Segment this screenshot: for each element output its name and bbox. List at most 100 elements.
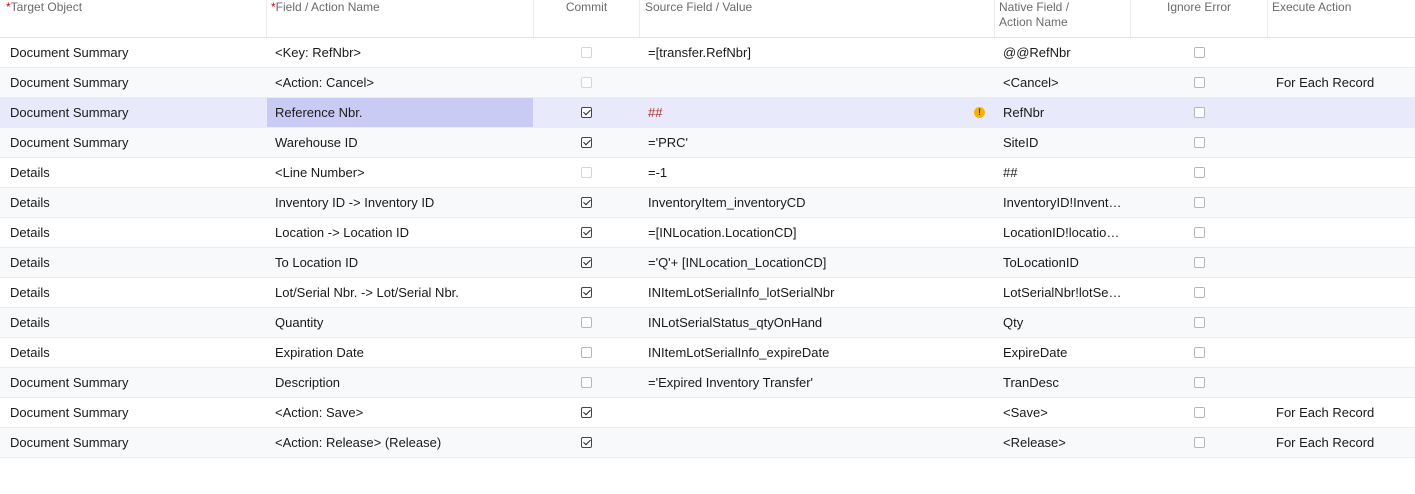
source-field-cell[interactable] <box>648 428 988 457</box>
col-header-ignore-error[interactable]: Ignore Error <box>1131 0 1267 37</box>
execute-action-cell[interactable] <box>1276 248 1415 277</box>
execute-action-cell[interactable] <box>1276 98 1415 127</box>
ignore-error-checkbox[interactable] <box>1194 377 1205 388</box>
source-field-cell[interactable]: INLotSerialStatus_qtyOnHand <box>648 308 988 337</box>
ignore-error-checkbox[interactable] <box>1194 347 1205 358</box>
field-action-cell[interactable]: Description <box>267 368 533 397</box>
table-row[interactable]: Document Summary <Action: Cancel> <Cancel>… <box>0 68 1415 98</box>
ignore-error-checkbox[interactable] <box>1194 437 1205 448</box>
commit-checkbox[interactable] <box>581 317 592 328</box>
source-field-cell[interactable] <box>648 68 988 97</box>
table-row[interactable]: Document Summary <Action: Release> (Relea… <box>0 428 1415 458</box>
execute-action-cell[interactable]: For Each Record <box>1276 398 1415 427</box>
target-object-cell[interactable]: Document Summary <box>10 428 260 457</box>
execute-action-cell[interactable]: For Each Record <box>1276 68 1415 97</box>
table-row[interactable]: Details Quantity INLotSerialStatus_qtyOnHa… <box>0 308 1415 338</box>
native-field-cell[interactable]: ExpireDate <box>1003 338 1123 367</box>
target-object-cell[interactable]: Document Summary <box>10 128 260 157</box>
native-field-cell[interactable]: ## <box>1003 158 1123 187</box>
ignore-error-checkbox[interactable] <box>1194 167 1205 178</box>
col-header-execute-action[interactable]: Execute Action <box>1272 0 1412 37</box>
ignore-error-checkbox[interactable] <box>1194 407 1205 418</box>
commit-checkbox[interactable] <box>581 407 592 418</box>
target-object-cell[interactable]: Details <box>10 158 260 187</box>
field-action-cell[interactable]: Warehouse ID <box>267 128 533 157</box>
execute-action-cell[interactable]: For Each Record <box>1276 428 1415 457</box>
execute-action-cell[interactable] <box>1276 188 1415 217</box>
native-field-cell[interactable]: TranDesc <box>1003 368 1123 397</box>
commit-checkbox[interactable] <box>581 257 592 268</box>
field-action-cell[interactable]: Quantity <box>267 308 533 337</box>
commit-checkbox[interactable] <box>581 437 592 448</box>
commit-checkbox[interactable] <box>581 107 592 118</box>
native-field-cell[interactable]: InventoryID!InventoryCD <box>1003 188 1123 217</box>
source-field-cell[interactable]: InventoryItem_inventoryCD <box>648 188 988 217</box>
field-action-cell[interactable]: Inventory ID -> Inventory ID <box>267 188 533 217</box>
field-action-cell[interactable]: <Action: Save> <box>267 398 533 427</box>
ignore-error-checkbox[interactable] <box>1194 47 1205 58</box>
native-field-cell[interactable]: RefNbr <box>1003 98 1123 127</box>
target-object-cell[interactable]: Details <box>10 308 260 337</box>
table-row[interactable]: Details Expiration Date INItemLotSerialInf… <box>0 338 1415 368</box>
execute-action-cell[interactable] <box>1276 38 1415 67</box>
source-field-cell[interactable]: =-1 <box>648 158 988 187</box>
native-field-cell[interactable]: <Release> <box>1003 428 1123 457</box>
target-object-cell[interactable]: Document Summary <box>10 68 260 97</box>
ignore-error-checkbox[interactable] <box>1194 317 1205 328</box>
target-object-cell[interactable]: Details <box>10 278 260 307</box>
commit-checkbox[interactable] <box>581 137 592 148</box>
ignore-error-checkbox[interactable] <box>1194 227 1205 238</box>
field-action-cell[interactable]: Location -> Location ID <box>267 218 533 247</box>
source-field-cell[interactable]: ## <box>648 98 988 127</box>
table-row[interactable]: Details Location -> Location ID =[INLocati… <box>0 218 1415 248</box>
col-header-source-field[interactable]: Source Field / Value <box>645 0 985 37</box>
source-field-cell[interactable]: ='Q'+ [INLocation_LocationCD] <box>648 248 988 277</box>
column-divider[interactable] <box>266 0 267 37</box>
table-row[interactable]: Document Summary Warehouse ID ='PRC' SiteID <box>0 128 1415 158</box>
execute-action-cell[interactable] <box>1276 218 1415 247</box>
table-row[interactable]: Document Summary Reference Nbr. ##! RefNbr <box>0 98 1415 128</box>
target-object-cell[interactable]: Details <box>10 248 260 277</box>
native-field-cell[interactable]: ToLocationID <box>1003 248 1123 277</box>
source-field-cell[interactable]: INItemLotSerialInfo_expireDate <box>648 338 988 367</box>
target-object-cell[interactable]: Document Summary <box>10 98 260 127</box>
field-action-cell[interactable]: Lot/Serial Nbr. -> Lot/Serial Nbr. <box>267 278 533 307</box>
field-action-cell[interactable]: <Action: Cancel> <box>267 68 533 97</box>
column-divider[interactable] <box>1267 0 1268 37</box>
field-action-cell[interactable]: <Line Number> <box>267 158 533 187</box>
target-object-cell[interactable]: Details <box>10 188 260 217</box>
target-object-cell[interactable]: Document Summary <box>10 368 260 397</box>
source-field-cell[interactable]: ='Expired Inventory Transfer' <box>648 368 988 397</box>
col-header-commit[interactable]: Commit <box>533 0 640 37</box>
execute-action-cell[interactable] <box>1276 368 1415 397</box>
source-field-cell[interactable]: ='PRC' <box>648 128 988 157</box>
native-field-cell[interactable]: LocationID!locationCD <box>1003 218 1123 247</box>
column-divider[interactable] <box>639 0 640 37</box>
field-action-cell[interactable]: Expiration Date <box>267 338 533 367</box>
execute-action-cell[interactable] <box>1276 158 1415 187</box>
ignore-error-checkbox[interactable] <box>1194 197 1205 208</box>
target-object-cell[interactable]: Document Summary <box>10 398 260 427</box>
commit-checkbox[interactable] <box>581 347 592 358</box>
table-row[interactable]: Details <Line Number> =-1 ## <box>0 158 1415 188</box>
commit-checkbox[interactable] <box>581 227 592 238</box>
native-field-cell[interactable]: <Save> <box>1003 398 1123 427</box>
execute-action-cell[interactable] <box>1276 278 1415 307</box>
ignore-error-checkbox[interactable] <box>1194 137 1205 148</box>
source-field-cell[interactable]: =[INLocation.LocationCD] <box>648 218 988 247</box>
native-field-cell[interactable]: @@RefNbr <box>1003 38 1123 67</box>
field-action-cell[interactable]: <Key: RefNbr> <box>267 38 533 67</box>
field-action-cell[interactable]: <Action: Release> (Release) <box>267 428 533 457</box>
table-row[interactable]: Document Summary <Action: Save> <Save> For … <box>0 398 1415 428</box>
warning-icon[interactable]: ! <box>974 107 985 118</box>
field-action-cell[interactable]: Reference Nbr. <box>267 98 533 127</box>
ignore-error-checkbox[interactable] <box>1194 107 1205 118</box>
field-action-cell[interactable]: To Location ID <box>267 248 533 277</box>
native-field-cell[interactable]: <Cancel> <box>1003 68 1123 97</box>
source-field-cell[interactable]: INItemLotSerialInfo_lotSerialNbr <box>648 278 988 307</box>
col-header-target-object[interactable]: *Target Object <box>6 0 264 37</box>
commit-checkbox[interactable] <box>581 377 592 388</box>
col-header-native-field[interactable]: Native Field / Action Name <box>999 0 1124 37</box>
table-row[interactable]: Document Summary <Key: RefNbr> =[transfer.… <box>0 38 1415 68</box>
target-object-cell[interactable]: Details <box>10 338 260 367</box>
